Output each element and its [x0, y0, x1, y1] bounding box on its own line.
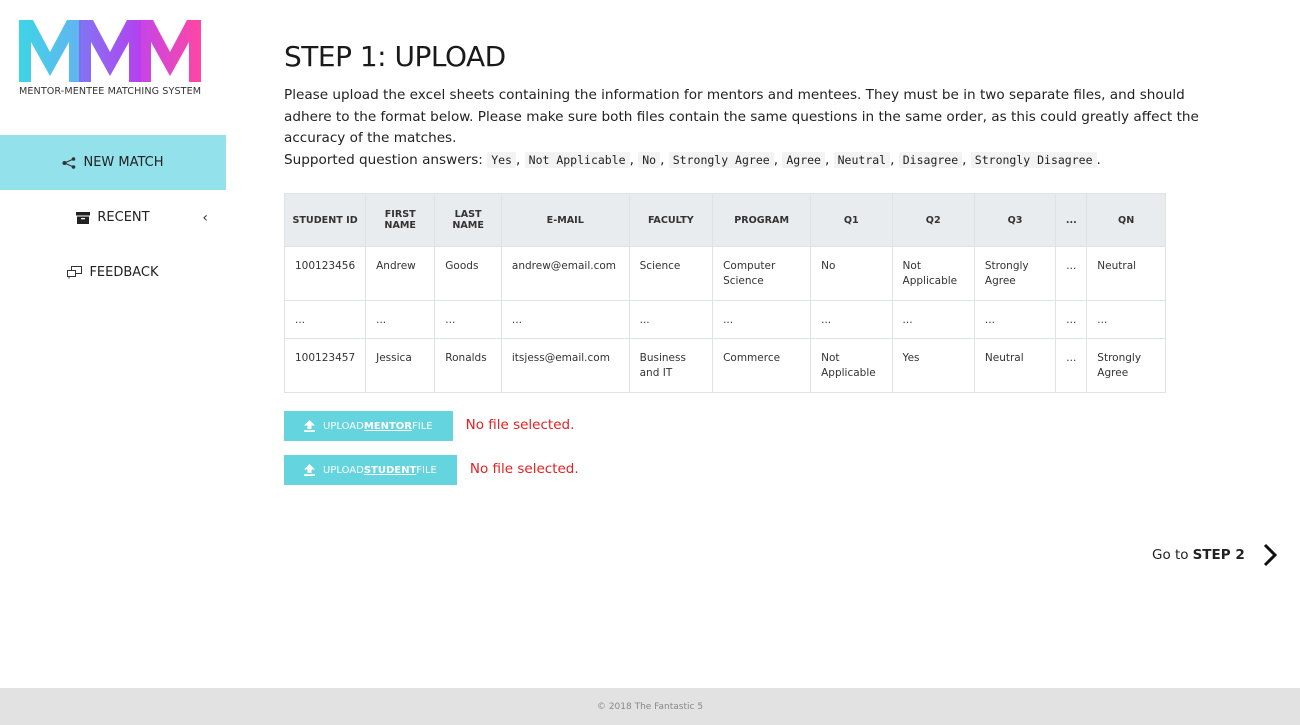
table-cell: ...: [891, 300, 975, 339]
answer-code: Disagree: [898, 151, 963, 168]
table-cell: Andrew: [365, 246, 436, 301]
upload-student-prefix: UPLOAD: [323, 464, 364, 476]
col-header: STUDENT ID: [283, 193, 367, 247]
sidebar-item-label: FEEDBACK: [89, 265, 159, 280]
sidebar-nav: NEW MATCH RECENT ‹ FEEDBACK: [0, 135, 226, 300]
answer-code: Neutral: [833, 151, 891, 168]
table-cell: ...: [1055, 246, 1088, 301]
answer-code: Not Applicable: [524, 151, 630, 168]
upload-student-button[interactable]: UPLOAD STUDENT FILE: [284, 455, 457, 485]
page-description: Please upload the excel sheets containin…: [284, 87, 1199, 168]
sidebar-item-recent[interactable]: RECENT ‹: [0, 190, 226, 245]
table-cell: Ronalds: [434, 338, 502, 393]
table-cell: ...: [712, 300, 812, 339]
chat-bubbles-icon: [67, 266, 83, 279]
table-cell: Strongly Agree: [1086, 338, 1166, 393]
page-title: STEP 1: UPLOAD: [284, 40, 506, 73]
chevron-right-icon[interactable]: [1263, 543, 1277, 567]
table-cell: Jessica: [365, 338, 436, 393]
table-cell: Business and IT: [628, 338, 714, 393]
upload-student-strong: STUDENT: [363, 464, 417, 476]
table-cell: Computer Science: [712, 246, 812, 301]
copyright-text: © 2018 The Fantastic 5: [596, 701, 704, 712]
sidebar: MENTOR-MENTEE MATCHING SYSTEM NEW MATCH: [0, 0, 226, 688]
table-row: 100123457 Jessica Ronalds itsjess@email.…: [283, 338, 1166, 393]
table-cell: ...: [628, 300, 714, 339]
answer-code: Agree: [782, 151, 825, 168]
answer-code: No: [638, 151, 661, 168]
upload-mentor-button[interactable]: UPLOAD MENTOR FILE: [284, 411, 453, 441]
logo[interactable]: MENTOR-MENTEE MATCHING SYSTEM: [19, 18, 209, 97]
table-cell: Not Applicable: [810, 338, 893, 393]
col-header: Q1: [810, 193, 893, 247]
col-header: Q3: [973, 193, 1057, 247]
archive-box-icon: [76, 211, 91, 224]
table-row: 100123456 Andrew Goods andrew@email.com …: [283, 246, 1166, 301]
table-cell: ...: [1055, 338, 1088, 393]
table-cell: 100123457: [283, 338, 367, 393]
table-cell: ...: [973, 300, 1057, 339]
table-cell: ...: [283, 300, 367, 339]
col-header: FIRST NAME: [365, 193, 436, 247]
table-cell: 100123456: [283, 246, 367, 301]
table-cell: No: [810, 246, 893, 301]
table-cell: Neutral: [1086, 246, 1166, 301]
col-header: FACULTY: [628, 193, 714, 247]
col-header: E-MAIL: [500, 193, 630, 247]
table-cell: ...: [1086, 300, 1166, 339]
go-to-step-2-link[interactable]: Go to STEP 2: [1152, 543, 1277, 567]
table-row: ... ... ... ... ... ... ... ... ... ... …: [283, 300, 1166, 339]
table-cell: Strongly Agree: [973, 246, 1057, 301]
answer-code: Strongly Disagree: [970, 151, 1097, 168]
table-cell: Neutral: [973, 338, 1057, 393]
sidebar-item-label: RECENT: [97, 210, 150, 225]
col-header: PROGRAM: [712, 193, 812, 247]
footer: © 2018 The Fantastic 5: [0, 688, 1300, 725]
description-text: Please upload the excel sheets containin…: [284, 87, 1199, 146]
main-content: STEP 1: UPLOAD Please upload the excel s…: [283, 40, 1244, 485]
goto-prefix: Go to: [1152, 547, 1189, 563]
mmm-logo-mark: [19, 20, 201, 82]
student-file-status: No file selected.: [469, 461, 579, 477]
col-header: ...: [1055, 193, 1088, 247]
answer-code: Strongly Agree: [668, 151, 774, 168]
chevron-left-icon[interactable]: ‹: [202, 210, 208, 226]
table-header-row: STUDENT ID FIRST NAME LAST NAME E-MAIL F…: [283, 193, 1166, 247]
table-cell: Goods: [434, 246, 502, 301]
upload-mentor-prefix: UPLOAD: [323, 420, 364, 432]
table-cell: ...: [434, 300, 502, 339]
mentor-file-status: No file selected.: [465, 417, 575, 433]
upload-icon: [304, 464, 315, 476]
table-cell: Not Applicable: [891, 246, 975, 301]
table-cell: Science: [628, 246, 714, 301]
col-header: QN: [1086, 193, 1166, 247]
table-cell: Yes: [891, 338, 975, 393]
upload-mentor-suffix: FILE: [412, 420, 433, 432]
format-table: STUDENT ID FIRST NAME LAST NAME E-MAIL F…: [283, 193, 1166, 393]
upload-mentor-strong: MENTOR: [363, 420, 412, 432]
table-cell: Commerce: [712, 338, 812, 393]
sidebar-item-label: NEW MATCH: [83, 155, 164, 170]
table-cell: ...: [810, 300, 893, 339]
upload-student-suffix: FILE: [416, 464, 437, 476]
sidebar-item-new-match[interactable]: NEW MATCH: [0, 135, 226, 190]
goto-step: STEP 2: [1192, 547, 1245, 563]
table-cell: itsjess@email.com: [500, 338, 630, 393]
answer-code: Yes: [487, 151, 516, 168]
share-nodes-icon: [62, 156, 76, 169]
col-header: LAST NAME: [434, 193, 502, 247]
table-cell: ...: [365, 300, 436, 339]
sidebar-item-feedback[interactable]: FEEDBACK: [0, 245, 226, 300]
upload-icon: [304, 420, 315, 432]
supported-label: Supported question answers:: [284, 151, 483, 168]
mentor-upload-row: UPLOAD MENTOR FILE No file selected.: [284, 411, 1244, 441]
table-cell: andrew@email.com: [500, 246, 630, 301]
table-cell: ...: [1055, 300, 1088, 339]
table-cell: ...: [500, 300, 630, 339]
logo-subtitle: MENTOR-MENTEE MATCHING SYSTEM: [19, 86, 202, 97]
col-header: Q2: [891, 193, 975, 247]
student-upload-row: UPLOAD STUDENT FILE No file selected.: [284, 455, 1244, 485]
